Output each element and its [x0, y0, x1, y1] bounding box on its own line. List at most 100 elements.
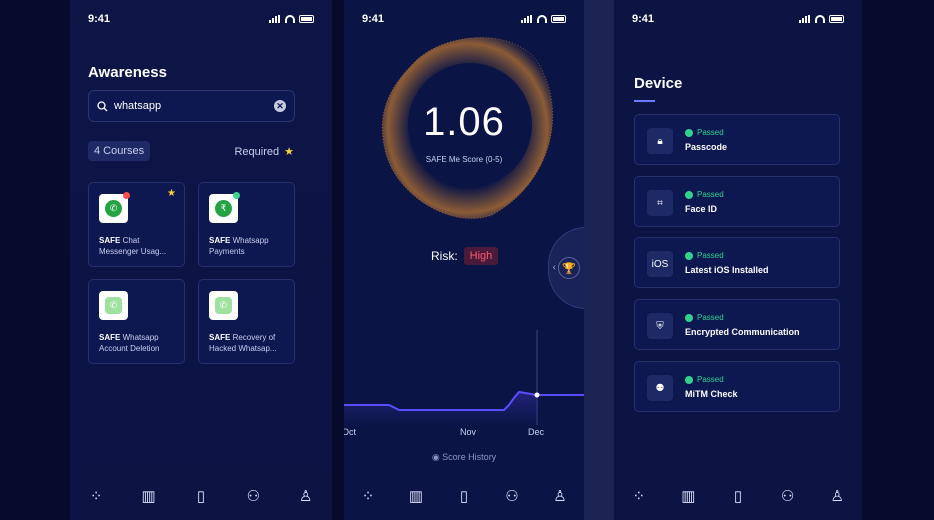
nav-privacy-icon[interactable]: ⚇	[776, 487, 800, 505]
nav-device-icon[interactable]: ▯	[189, 487, 213, 505]
star-icon: ★	[167, 188, 176, 199]
status-badge: Passed	[685, 128, 724, 137]
ssl-shield-icon: ⛨	[647, 313, 673, 339]
score-value: 1.06	[423, 100, 505, 144]
device-screen: 9:41 Device 🔒︎ Passed Passcode ⌗ Passed …	[614, 0, 862, 520]
course-card[interactable]: ✆ ★ SAFE Chat Messenger Usag...	[88, 182, 185, 267]
nav-profile-icon[interactable]: ♙	[294, 487, 318, 505]
nav-privacy-icon[interactable]: ⚇	[500, 487, 524, 505]
whatsapp-icon: ✆	[99, 192, 130, 223]
status-bar: 9:41	[88, 12, 314, 26]
check-name: Encrypted Communication	[685, 327, 800, 337]
search-input[interactable]	[114, 100, 268, 112]
whatsapp-payment-icon: ₹	[209, 192, 240, 223]
device-check-item[interactable]: 🔒︎ Passed Passcode	[634, 114, 840, 165]
score-screen: 1.06 SAFE Me Score (0-5) 9:41 Risk: High …	[344, 0, 584, 520]
score-label: SAFE Me Score (0-5)	[425, 155, 503, 164]
check-name: Face ID	[685, 204, 718, 214]
course-card[interactable]: ✆ SAFE Recovery of Hacked Whatsap...	[198, 279, 295, 364]
signal-icon	[269, 15, 281, 23]
nav-device-icon[interactable]: ▯	[711, 481, 764, 520]
course-title: SAFE Chat Messenger Usag...	[99, 236, 167, 256]
background-panel	[0, 0, 70, 520]
status-badge: Passed	[685, 251, 724, 260]
signal-icon	[799, 15, 811, 23]
wifi-icon	[815, 15, 825, 23]
status-time: 9:41	[362, 13, 385, 25]
search-icon	[97, 100, 108, 111]
bottom-nav: ⁘ ▥ ▯ ⚇ ♙	[70, 481, 332, 520]
bottom-nav: ⁘ ▥ ▯ ⚇ ♙	[344, 481, 584, 520]
month-label: Dec	[528, 427, 545, 437]
star-icon: ★	[284, 146, 294, 158]
nav-courses-icon[interactable]: ▥	[676, 487, 700, 505]
device-check-item[interactable]: iOS Passed Latest iOS Installed	[634, 237, 840, 288]
signal-icon	[521, 15, 533, 23]
divider-panel	[332, 0, 344, 520]
bottom-nav: ⁘ ▥ ▯ ⚇ ♙	[614, 481, 862, 520]
nav-home-icon[interactable]: ⁘	[344, 481, 394, 520]
nav-courses-icon[interactable]: ▥	[404, 487, 428, 505]
wifi-icon	[537, 15, 547, 23]
search-field[interactable]: ✕	[88, 90, 295, 122]
notification-dot	[123, 192, 130, 199]
battery-icon	[551, 15, 566, 23]
course-title: SAFE Recovery of Hacked Whatsap...	[209, 333, 277, 353]
risk-indicator: Risk: High	[431, 247, 499, 265]
score-history-label: Score History	[442, 452, 497, 462]
awareness-screen: 9:41 Awareness ✕ 4 Courses Required ★ ✆ ★…	[70, 0, 332, 520]
status-badge: Passed	[685, 313, 724, 322]
whatsapp-recovery-icon: ✆	[209, 291, 238, 320]
ios-icon: iOS	[647, 251, 673, 277]
course-title: SAFE Whatsapp Payments	[209, 236, 269, 256]
notification-dot	[233, 192, 240, 199]
status-time: 9:41	[632, 13, 655, 25]
whatsapp-delete-icon: ✆	[99, 291, 128, 320]
mitm-icon: ⚉	[647, 375, 673, 401]
risk-badge: High	[463, 247, 499, 265]
page-title: Awareness	[88, 64, 167, 81]
chart-area	[344, 392, 537, 425]
nav-courses-icon[interactable]: ▥	[122, 481, 175, 520]
status-time: 9:41	[88, 13, 111, 25]
course-count-badge: 4 Courses	[88, 141, 151, 161]
score-history-link[interactable]: ◉ Score History	[344, 452, 584, 463]
history-icon: ◉	[431, 452, 443, 462]
required-label: Required	[234, 145, 280, 158]
divider-panel	[584, 0, 614, 520]
check-name: Latest iOS Installed	[685, 265, 769, 275]
status-bar: 9:41	[632, 12, 844, 26]
risk-label: Risk:	[431, 249, 458, 263]
nav-profile-icon[interactable]: ♙	[548, 487, 572, 505]
background-panel	[862, 0, 934, 520]
battery-icon	[829, 15, 844, 23]
status-badge: Passed	[685, 375, 724, 384]
nav-privacy-icon[interactable]: ⚇	[241, 487, 265, 505]
device-check-item[interactable]: ⚉ Passed MiTM Check	[634, 361, 840, 412]
status-badge: Passed	[685, 190, 724, 199]
title-underline	[634, 100, 655, 102]
wifi-icon	[285, 15, 295, 23]
nav-profile-icon[interactable]: ♙	[825, 487, 849, 505]
device-check-item[interactable]: ⛨ Passed Encrypted Communication	[634, 299, 840, 350]
chevron-left-icon: ‹	[552, 262, 556, 273]
course-card[interactable]: ₹ SAFE Whatsapp Payments	[198, 182, 295, 267]
lock-icon: 🔒︎	[647, 128, 673, 154]
check-name: MiTM Check	[685, 389, 738, 399]
month-label: Nov	[460, 427, 477, 437]
face-id-icon: ⌗	[647, 190, 673, 216]
course-title: SAFE Whatsapp Account Deletion	[99, 333, 160, 353]
trophy-icon[interactable]: 🏆	[558, 257, 580, 279]
check-name: Passcode	[685, 142, 728, 152]
page-title: Device	[634, 75, 683, 92]
course-card[interactable]: ✆ SAFE Whatsapp Account Deletion	[88, 279, 185, 364]
nav-home-icon[interactable]: ⁘	[627, 487, 651, 505]
nav-home-icon[interactable]: ⁘	[84, 487, 108, 505]
nav-device-icon[interactable]: ▯	[452, 487, 476, 505]
clear-search-button[interactable]: ✕	[274, 100, 286, 112]
device-check-item[interactable]: ⌗ Passed Face ID	[634, 176, 840, 227]
status-bar: 9:41	[362, 12, 566, 26]
chart-point	[534, 392, 540, 398]
month-label: Oct	[344, 427, 357, 437]
required-filter[interactable]: Required ★	[234, 145, 294, 159]
